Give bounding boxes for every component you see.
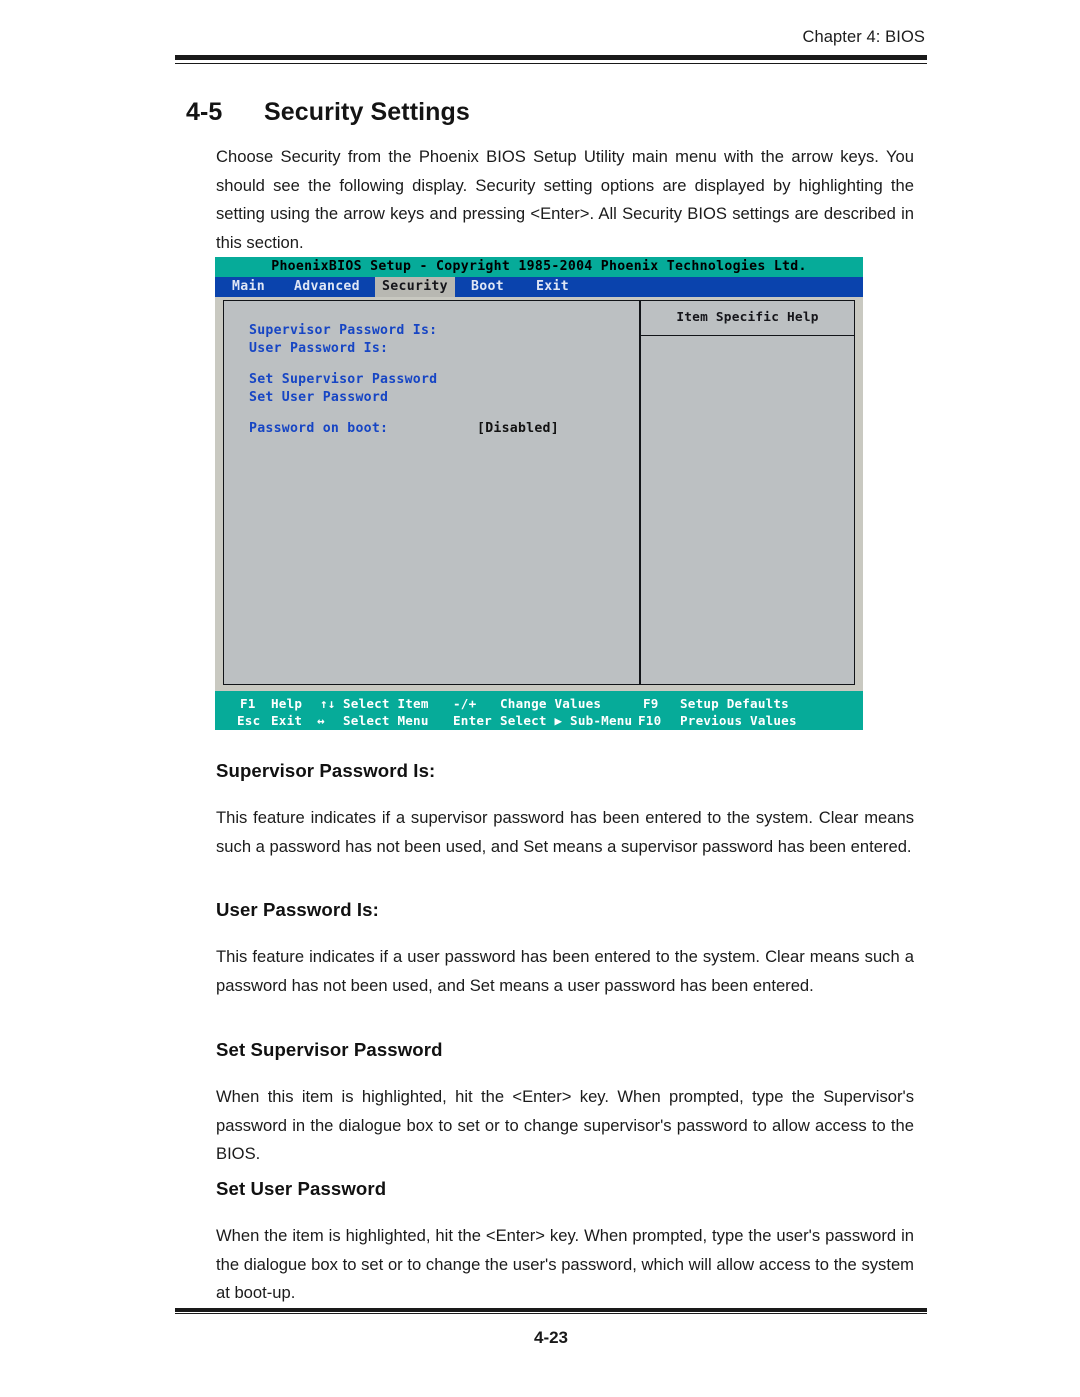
subsection-body: This feature indicates if a user passwor… xyxy=(216,947,914,995)
bios-action-setup-defaults: Setup Defaults xyxy=(680,696,789,711)
page-title: 4-5 Security Settings xyxy=(186,98,926,127)
bios-help-title: Item Specific Help xyxy=(640,300,855,336)
subsection-body: When the item is highlighted, hit the <E… xyxy=(216,1226,914,1303)
bios-key-updown[interactable]: ↑↓ xyxy=(320,695,336,712)
bios-menu-boot[interactable]: Boot xyxy=(464,277,511,297)
header-rule-thick xyxy=(175,55,927,60)
bios-settings-panel: Supervisor Password Is: User Password Is… xyxy=(223,300,640,685)
bios-menu-advanced[interactable]: Advanced xyxy=(287,277,367,297)
bios-row-password-on-boot[interactable]: Password on boot: [Disabled] xyxy=(249,421,559,436)
bios-action-select-item: Select Item xyxy=(343,696,429,711)
bios-menu-bar: Main Advanced Security Boot Exit xyxy=(215,277,863,297)
bios-action-select-menu: Select Menu xyxy=(343,713,429,728)
subsection-user-password-is: User Password Is: This feature indicates… xyxy=(216,899,914,1000)
intro-paragraph: Choose Security from the Phoenix BIOS Se… xyxy=(216,147,914,252)
bios-key-esc[interactable]: Esc xyxy=(237,712,260,729)
bios-key-minus-plus[interactable]: -/+ xyxy=(453,695,476,712)
header-rule-thin xyxy=(175,62,927,65)
bios-footer-bar: F1 Help ↑↓ Select Item -/+ Change Values… xyxy=(215,691,863,730)
bios-action-exit: Exit xyxy=(271,713,303,728)
document-page: Chapter 4: BIOS 4-5 Security Settings Cho… xyxy=(0,0,1080,1397)
bios-row-supervisor-password-is[interactable]: Supervisor Password Is: xyxy=(249,323,437,338)
bios-action-help: Help xyxy=(271,696,303,711)
bios-body: Supervisor Password Is: User Password Is… xyxy=(223,300,855,685)
subsection-set-supervisor-password: Set Supervisor Password When this item i… xyxy=(216,1039,914,1169)
bios-action-previous-values: Previous Values xyxy=(680,713,797,728)
bios-row-label: User Password Is: xyxy=(249,341,389,356)
subsection-heading: Set Supervisor Password xyxy=(216,1039,443,1060)
subsection-heading: Supervisor Password Is: xyxy=(216,760,436,781)
bios-row-set-supervisor-password[interactable]: Set Supervisor Password xyxy=(249,372,437,387)
bios-menu-main[interactable]: Main xyxy=(225,277,272,297)
subsection-body: When this item is highlighted, hit the <… xyxy=(216,1087,914,1164)
footer-rule-thick xyxy=(175,1308,927,1312)
bios-setup-screenshot: PhoenixBIOS Setup - Copyright 1985-2004 … xyxy=(215,257,863,730)
subsection-heading: Set User Password xyxy=(216,1178,387,1199)
bios-row-label: Set Supervisor Password xyxy=(249,372,438,387)
bios-row-user-password-is[interactable]: User Password Is: xyxy=(249,341,388,356)
footer-rule-thin xyxy=(175,1313,927,1315)
bios-menu-exit[interactable]: Exit xyxy=(529,277,576,297)
section-title-text: Security Settings xyxy=(264,98,470,126)
chapter-label: Chapter 4: BIOS xyxy=(802,28,925,46)
bios-key-leftright[interactable]: ↔ xyxy=(317,712,325,729)
bios-help-content xyxy=(640,336,855,685)
bios-title-bar: PhoenixBIOS Setup - Copyright 1985-2004 … xyxy=(215,257,863,277)
running-header: Chapter 4: BIOS xyxy=(175,28,927,65)
bios-key-f10[interactable]: F10 xyxy=(638,712,661,729)
bios-action-change-values: Change Values xyxy=(500,696,602,711)
bios-row-label: Password on boot: xyxy=(249,421,389,436)
page-number: 4-23 xyxy=(533,1328,569,1347)
bios-key-f1[interactable]: F1 xyxy=(240,695,256,712)
bios-help-panel: Item Specific Help xyxy=(640,300,855,685)
bios-row-set-user-password[interactable]: Set User Password xyxy=(249,390,388,405)
subsection-set-user-password: Set User Password When the item is highl… xyxy=(216,1178,914,1308)
subsection-heading: User Password Is: xyxy=(216,899,379,920)
bios-key-enter[interactable]: Enter xyxy=(453,712,492,729)
subsection-supervisor-password-is: Supervisor Password Is: This feature ind… xyxy=(216,760,914,861)
subsection-body: This feature indicates if a supervisor p… xyxy=(216,808,914,856)
bios-row-label: Set User Password xyxy=(249,390,389,405)
bios-row-value: [Disabled] xyxy=(477,421,559,436)
section-number: 4-5 xyxy=(186,98,223,126)
bios-menu-security[interactable]: Security xyxy=(375,277,455,297)
bios-action-select-sub-menu: Select ▶ Sub-Menu xyxy=(500,713,633,728)
intro-block: Choose Security from the Phoenix BIOS Se… xyxy=(216,143,914,257)
bios-row-label: Supervisor Password Is: xyxy=(249,323,438,338)
bios-key-f9[interactable]: F9 xyxy=(643,695,659,712)
